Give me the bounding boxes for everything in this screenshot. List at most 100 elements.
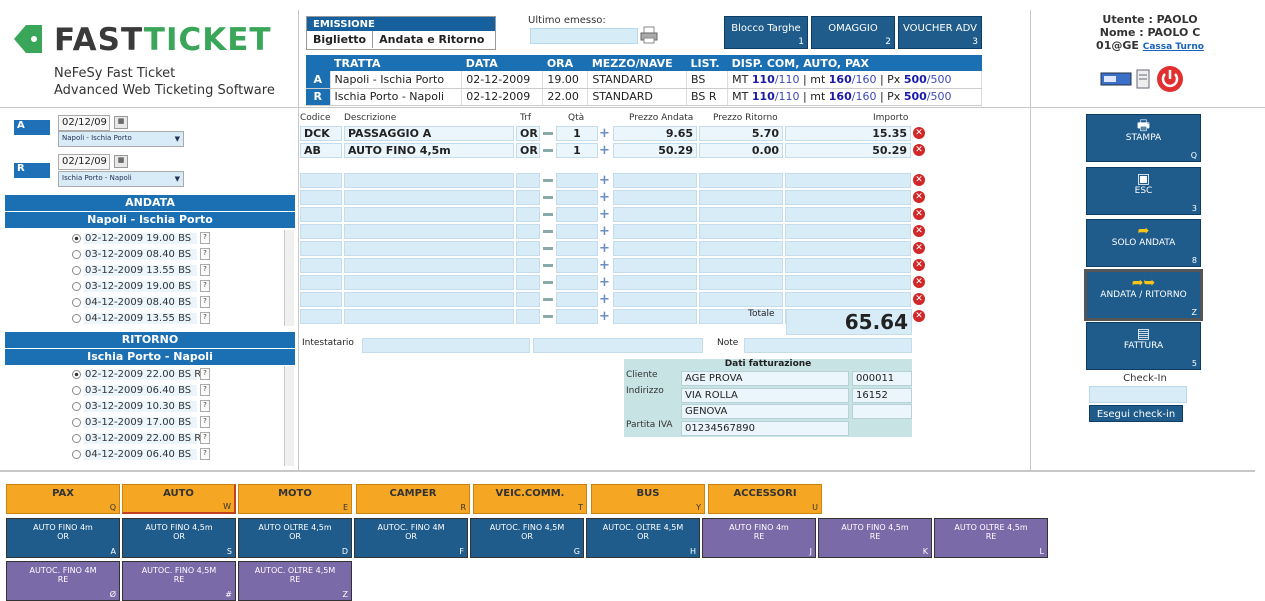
plus-icon[interactable]: + [599,293,610,306]
andata-select-button[interactable]: A [14,120,50,135]
tariff-button[interactable]: AUTOC. FINO 4M OR F [354,518,468,558]
descrizione-cell[interactable] [344,275,514,290]
plus-icon[interactable]: + [599,208,610,221]
qta-cell[interactable] [556,241,598,256]
tariff-button[interactable]: AUTOC. FINO 4M RE Ø [6,561,120,601]
prezzo-ritorno-cell[interactable] [699,241,783,256]
prezzo-andata-cell[interactable] [613,241,697,256]
radio-icon[interactable] [72,433,81,443]
qta-cell[interactable] [556,207,598,222]
list-item[interactable]: 03-12-2009 10.30 BS? [72,398,292,414]
tariff-button[interactable]: AUTO FINO 4,5m OR S [122,518,236,558]
list-item[interactable]: 03-12-2009 08.40 BS? [72,246,292,262]
prezzo-andata-cell[interactable] [613,292,697,307]
radio-selected-icon[interactable] [72,369,81,379]
andata-date-field[interactable]: 02/12/09 [58,115,110,131]
prezzo-andata-cell[interactable] [613,173,697,188]
prezzo-ritorno-cell[interactable] [699,207,783,222]
tab-pax[interactable]: PAX Q [6,484,120,514]
tariff-button[interactable]: AUTO FINO 4m RE J [702,518,816,558]
provincia-field[interactable] [852,404,912,419]
delete-icon[interactable]: ✕ [913,310,925,322]
prezzo-andata-cell[interactable] [613,207,697,222]
info-icon[interactable]: ? [200,264,210,276]
radio-icon[interactable] [72,417,81,427]
partita-iva-field[interactable]: 01234567890 [681,421,849,436]
prezzo-ritorno-cell[interactable]: 5.70 [699,126,783,141]
delete-icon[interactable]: ✕ [913,191,925,203]
descrizione-cell[interactable] [344,292,514,307]
prezzo-ritorno-cell[interactable] [699,292,783,307]
tariff-button[interactable]: AUTOC. FINO 4,5M OR G [470,518,584,558]
radio-icon[interactable] [72,281,81,291]
delete-icon[interactable]: ✕ [913,293,925,305]
trf-cell[interactable]: OR [516,143,540,158]
prezzo-ritorno-cell[interactable] [699,258,783,273]
radio-icon[interactable] [72,401,81,411]
delete-icon[interactable]: ✕ [913,242,925,254]
trf-cell[interactable] [516,190,540,205]
ritorno-date-field[interactable]: 02/12/09 [58,154,110,170]
plus-icon[interactable]: + [599,259,610,272]
importo-cell[interactable]: 50.29 [785,143,911,158]
esc-button[interactable]: ▣ ESC 3 [1086,167,1201,215]
radio-selected-icon[interactable] [72,233,81,243]
qta-cell[interactable]: 1 [556,143,598,158]
info-icon[interactable]: ? [200,248,210,260]
intestatario-field-2[interactable] [533,338,703,353]
prezzo-ritorno-cell[interactable] [699,224,783,239]
descrizione-cell[interactable] [344,241,514,256]
descrizione-cell[interactable]: AUTO FINO 4,5m [344,143,514,158]
list-item[interactable]: 03-12-2009 17.00 BS? [72,414,292,430]
info-icon[interactable]: ? [200,400,210,412]
delete-icon[interactable]: ✕ [913,259,925,271]
prezzo-andata-cell[interactable] [613,224,697,239]
voucher-adv-button[interactable]: VOUCHER ADV 3 [898,16,982,49]
plus-icon[interactable]: + [599,276,610,289]
fattura-button[interactable]: ▤ FATTURA 5 [1086,322,1201,370]
codice-cell[interactable] [300,224,342,239]
delete-icon[interactable]: ✕ [913,127,925,139]
plus-icon[interactable]: + [599,191,610,204]
importo-cell[interactable]: 15.35 [785,126,911,141]
info-icon[interactable]: ? [200,384,210,396]
codice-cell[interactable] [300,173,342,188]
list-item[interactable]: 04-12-2009 13.55 BS? [72,310,292,326]
info-icon[interactable]: ? [200,296,210,308]
importo-cell[interactable] [785,207,911,222]
info-icon[interactable]: ? [200,448,210,460]
prezzo-ritorno-cell[interactable]: 0.00 [699,143,783,158]
blocco-targhe-button[interactable]: Blocco Targhe 1 [724,16,808,49]
prezzo-andata-cell[interactable] [613,275,697,290]
qta-cell[interactable] [556,258,598,273]
radio-icon[interactable] [72,385,81,395]
list-item[interactable]: 03-12-2009 06.40 BS? [72,382,292,398]
prezzo-andata-cell[interactable]: 9.65 [613,126,697,141]
qta-cell[interactable] [556,309,598,324]
importo-cell[interactable] [785,241,911,256]
tab-camper[interactable]: CAMPER R [356,484,470,514]
delete-icon[interactable]: ✕ [913,225,925,237]
radio-icon[interactable] [72,297,81,307]
andata-ritorno-button[interactable]: ➦➥ ANDATA / RITORNO Z [1084,269,1203,321]
trf-cell[interactable] [516,173,540,188]
table-row[interactable]: A Napoli - Ischia Porto 02-12-2009 19.00… [306,71,982,89]
checkin-button[interactable]: Esegui check-in [1089,405,1183,422]
tab-auto[interactable]: AUTO W [122,484,236,514]
stampa-button[interactable]: 🖶 STAMPA Q [1086,114,1201,162]
qta-cell[interactable]: 1 [556,126,598,141]
trf-cell[interactable] [516,292,540,307]
radio-icon[interactable] [72,265,81,275]
plus-icon[interactable]: + [599,242,610,255]
descrizione-cell[interactable] [344,207,514,222]
qta-cell[interactable] [556,224,598,239]
intestatario-field[interactable] [362,338,530,353]
tariff-button[interactable]: AUTO FINO 4m OR A [6,518,120,558]
tariff-button[interactable]: AUTOC. OLTRE 4,5M OR H [586,518,700,558]
codice-cell[interactable] [300,275,342,290]
importo-cell[interactable] [785,275,911,290]
solo-andata-button[interactable]: ➦ SOLO ANDATA 8 [1086,219,1201,267]
document-icon[interactable] [1136,69,1150,89]
trf-cell[interactable] [516,258,540,273]
indirizzo-field[interactable]: VIA ROLLA [681,388,849,403]
